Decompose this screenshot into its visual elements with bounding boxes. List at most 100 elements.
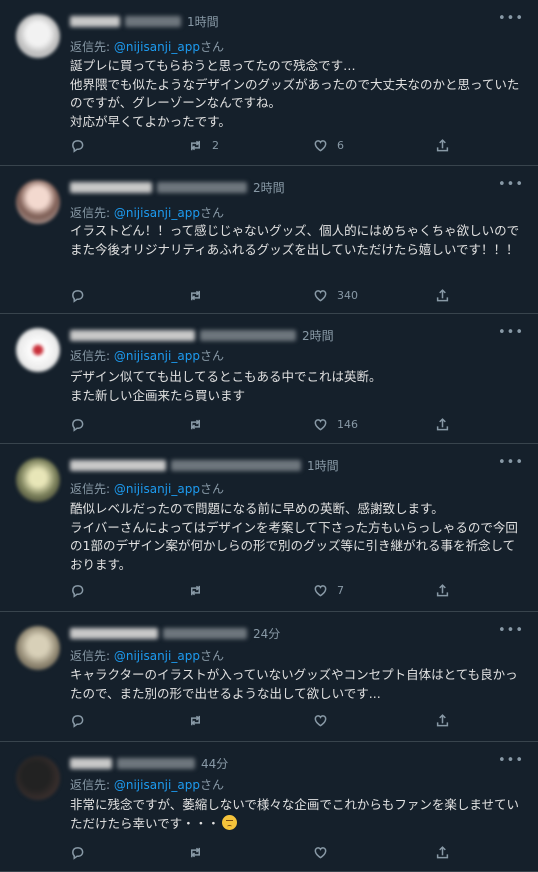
reply-prefix: 返信先: <box>70 649 114 663</box>
reply-icon <box>70 713 85 728</box>
tweet-item[interactable]: 1時間 ••• 返信先: @nijisanji_appさん誕プレに買ってもらおうと思… <box>0 0 538 166</box>
retweet-icon <box>188 138 203 153</box>
reply-button[interactable] <box>70 138 85 153</box>
avatar[interactable] <box>16 458 60 502</box>
like-icon <box>313 845 328 860</box>
retweet-button[interactable] <box>188 417 212 432</box>
like-button[interactable] <box>313 845 337 860</box>
timestamp[interactable]: 1時間 <box>307 457 339 474</box>
mention-link[interactable]: @nijisanji_app <box>114 778 200 792</box>
more-icon[interactable]: ••• <box>498 456 524 469</box>
share-icon <box>435 583 450 598</box>
reply-button[interactable] <box>70 417 85 432</box>
tweet-text-content: 非常に残念ですが、萎縮しないで様々な企画でこれからもファンを楽しませていただけた… <box>70 797 520 831</box>
tweet-text: イラストどん！！って感じじゃないグッズ、個人的にはめちゃくちゃ欲しいのでまた今後… <box>70 222 522 259</box>
timestamp[interactable]: 2時間 <box>302 327 334 344</box>
like-button[interactable] <box>313 713 337 728</box>
username-blurred[interactable] <box>171 459 301 471</box>
tweet-item[interactable]: 2時間 ••• 返信先: @nijisanji_appさん デザイン似てても出してると… <box>0 314 538 444</box>
like-button[interactable]: 146 <box>313 417 358 432</box>
avatar[interactable] <box>16 14 60 58</box>
mention-link[interactable]: @nijisanji_app <box>114 40 200 54</box>
share-button[interactable] <box>435 417 450 432</box>
reply-suffix: さん <box>199 778 224 792</box>
retweet-button[interactable]: 2 <box>188 138 219 153</box>
more-icon[interactable]: ••• <box>498 12 524 25</box>
reply-to-line: 返信先: @nijisanji_appさん <box>70 647 224 664</box>
retweet-button[interactable] <box>188 713 212 728</box>
like-button[interactable]: 340 <box>313 288 358 303</box>
tweet-actions: 7 <box>70 583 460 599</box>
reply-button[interactable] <box>70 583 85 598</box>
timestamp[interactable]: 2時間 <box>253 179 285 196</box>
like-button[interactable]: 7 <box>313 583 344 598</box>
more-icon[interactable]: ••• <box>498 326 524 339</box>
timestamp[interactable]: 44分 <box>201 755 228 772</box>
retweet-icon <box>188 417 203 432</box>
reply-suffix: さん <box>199 482 224 496</box>
display-name-blurred[interactable] <box>70 757 112 769</box>
share-button[interactable] <box>435 583 450 598</box>
reply-suffix: さん <box>199 40 224 54</box>
retweet-button[interactable] <box>188 583 212 598</box>
tweet-text-content: 酷似レベルだったので問題になる前に早めの英断、感謝致します。 ライバーさんによっ… <box>70 501 518 572</box>
display-name-blurred[interactable] <box>70 329 195 341</box>
username-blurred[interactable] <box>200 329 296 341</box>
avatar[interactable] <box>16 756 60 800</box>
share-button[interactable] <box>435 845 450 860</box>
share-button[interactable] <box>435 713 450 728</box>
share-button[interactable] <box>435 138 450 153</box>
like-icon <box>313 138 328 153</box>
tweet-item[interactable]: 2時間 ••• 返信先: @nijisanji_appさん イラストどん！！って感じじ… <box>0 166 538 314</box>
username-blurred[interactable] <box>157 181 247 193</box>
reply-to-line: 返信先: @nijisanji_appさん <box>70 38 224 55</box>
avatar[interactable] <box>16 328 60 372</box>
display-name-blurred[interactable] <box>70 15 120 27</box>
timestamp[interactable]: 1時間 <box>187 13 219 30</box>
like-count: 7 <box>337 584 344 597</box>
mention-link[interactable]: @nijisanji_app <box>114 206 200 220</box>
share-button[interactable] <box>435 288 450 303</box>
like-button[interactable]: 6 <box>313 138 344 153</box>
more-icon[interactable]: ••• <box>498 754 524 767</box>
retweet-button[interactable] <box>188 845 212 860</box>
username-blurred[interactable] <box>163 627 247 639</box>
avatar[interactable] <box>16 626 60 670</box>
more-icon[interactable]: ••• <box>498 624 524 637</box>
reply-button[interactable] <box>70 713 85 728</box>
reply-icon <box>70 417 85 432</box>
retweet-button[interactable] <box>188 288 212 303</box>
timestamp[interactable]: 24分 <box>253 625 280 642</box>
tweet-text-content: デザイン似てても出してるとこもある中でこれは英断。 また新しい企画来たら買います <box>70 369 382 403</box>
display-name-blurred[interactable] <box>70 627 158 639</box>
username-blurred[interactable] <box>117 757 195 769</box>
like-icon <box>313 713 328 728</box>
display-name-blurred[interactable] <box>70 181 152 193</box>
tweet-text: デザイン似てても出してるとこもある中でこれは英断。 また新しい企画来たら買います <box>70 368 522 405</box>
share-icon <box>435 417 450 432</box>
more-icon[interactable]: ••• <box>498 178 524 191</box>
avatar[interactable] <box>16 180 60 224</box>
retweet-icon <box>188 288 203 303</box>
tweet-text: 誕プレに買ってもらおうと思ってたので残念です… 他界隈でも似たようなデザインのグ… <box>70 57 522 131</box>
tweet-item[interactable]: 44分 ••• 返信先: @nijisanji_appさん 非常に残念ですが、萎縮しな… <box>0 742 538 872</box>
tweet-item[interactable]: 24分 ••• 返信先: @nijisanji_appさん キャラクターのイラストが入… <box>0 612 538 742</box>
tweet-header: 44分 <box>70 754 228 772</box>
like-count: 340 <box>337 289 358 302</box>
reply-to-line: 返信先: @nijisanji_appさん <box>70 480 224 497</box>
tweet-item[interactable]: 1時間 ••• 返信先: @nijisanji_appさん酷似レベルだったので問題に… <box>0 444 538 612</box>
tweet-text-content: イラストどん！！って感じじゃないグッズ、個人的にはめちゃくちゃ欲しいのでまた今後… <box>70 223 520 257</box>
username-blurred[interactable] <box>125 15 181 27</box>
tweet-text: 非常に残念ですが、萎縮しないで様々な企画でこれからもファンを楽しませていただけた… <box>70 796 522 833</box>
mention-link[interactable]: @nijisanji_app <box>114 649 200 663</box>
reply-button[interactable] <box>70 288 85 303</box>
mention-link[interactable]: @nijisanji_app <box>114 482 200 496</box>
tweet-text-content: 誕プレに買ってもらおうと思ってたので残念です… 他界隈でも似たようなデザインのグ… <box>70 58 520 129</box>
retweet-count: 2 <box>212 139 219 152</box>
reply-button[interactable] <box>70 845 85 860</box>
tweet-actions: 340 <box>70 288 460 304</box>
retweet-icon <box>188 583 203 598</box>
mention-link[interactable]: @nijisanji_app <box>114 349 200 363</box>
like-count: 146 <box>337 418 358 431</box>
display-name-blurred[interactable] <box>70 459 166 471</box>
